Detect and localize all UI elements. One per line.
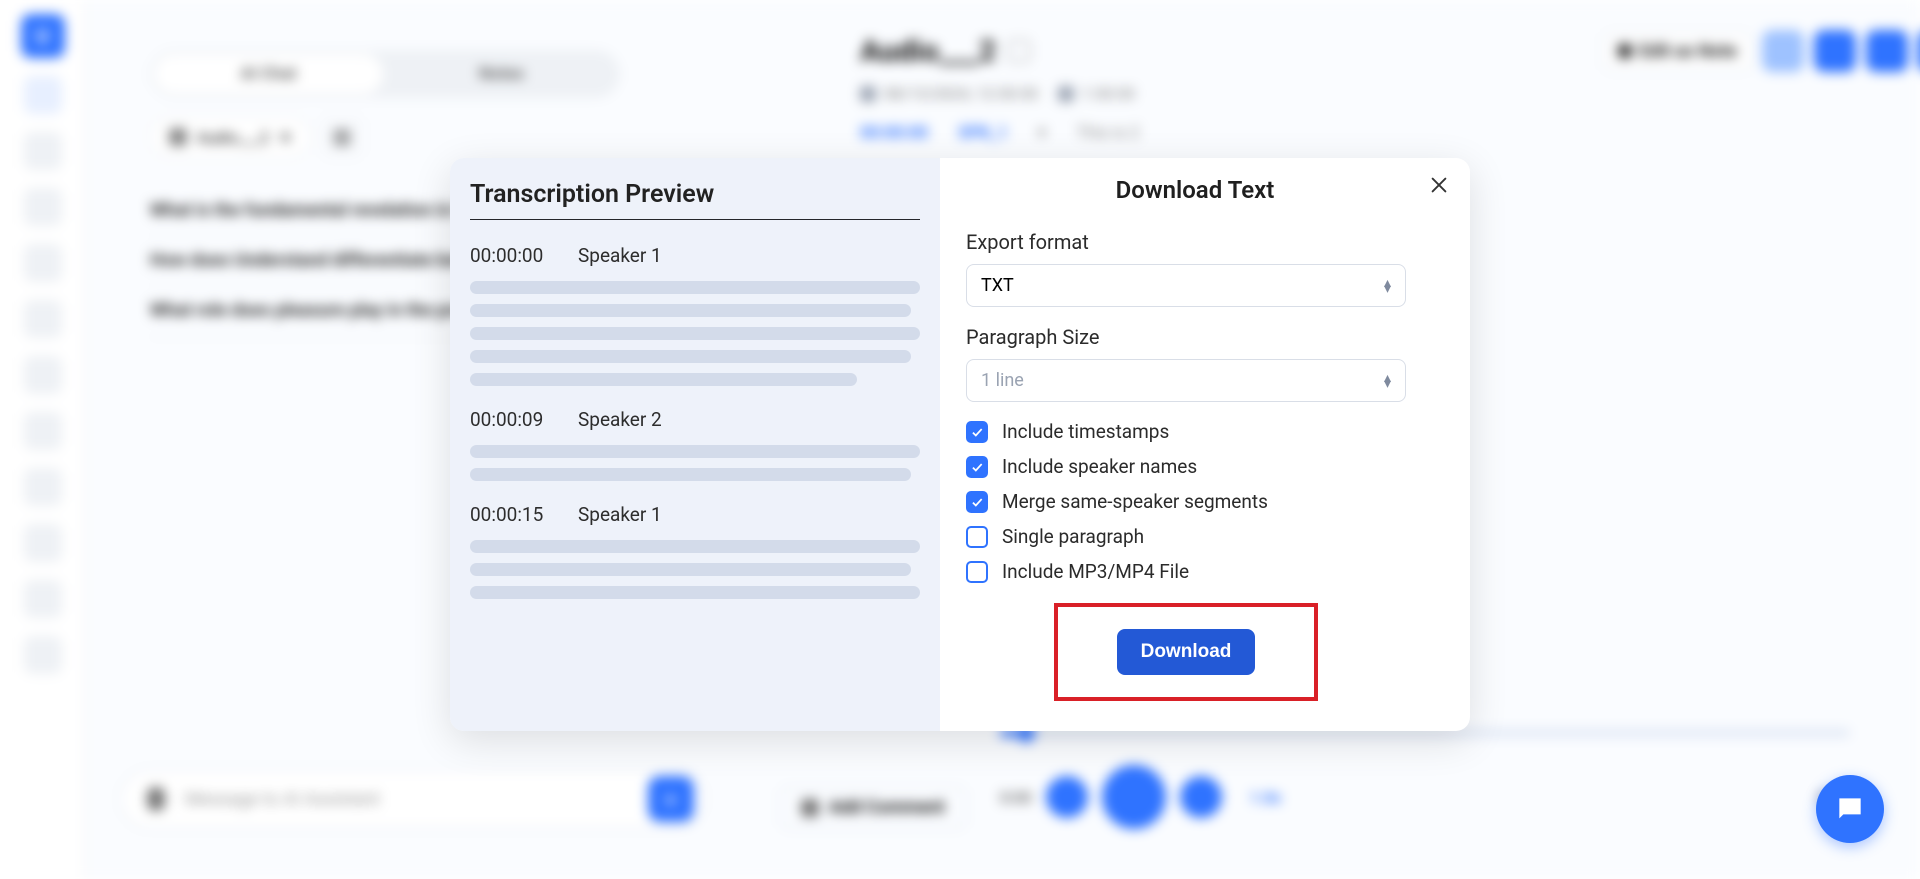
options-checklist: Include timestamps Include speaker names…	[966, 420, 1424, 583]
check-label: Include timestamps	[1002, 420, 1169, 443]
check-merge-segments[interactable]: Merge same-speaker segments	[966, 490, 1424, 513]
download-options-pane: Download Text Export format TXT ▴▾ Parag…	[940, 158, 1470, 731]
skeleton-line	[470, 468, 911, 481]
export-format-select[interactable]: TXT ▴▾	[966, 264, 1406, 307]
skeleton-line	[470, 327, 920, 340]
preview-segment-1: 00:00:00 Speaker 1	[470, 244, 920, 386]
seg3-speaker: Speaker 1	[578, 503, 662, 526]
check-label: Single paragraph	[1002, 525, 1144, 548]
export-format-label: Export format	[966, 230, 1424, 254]
transcription-preview-pane: Transcription Preview 00:00:00 Speaker 1…	[450, 158, 940, 731]
check-include-media[interactable]: Include MP3/MP4 File	[966, 560, 1424, 583]
check-label: Include speaker names	[1002, 455, 1197, 478]
checkbox-checked-icon	[966, 456, 988, 478]
checkbox-unchecked-icon	[966, 561, 988, 583]
paragraph-size-label: Paragraph Size	[966, 325, 1424, 349]
check-single-paragraph[interactable]: Single paragraph	[966, 525, 1424, 548]
modal-title: Download Text	[966, 176, 1424, 204]
download-button[interactable]: Download	[1117, 629, 1256, 675]
seg1-timestamp: 00:00:00	[470, 244, 562, 267]
download-text-modal: Transcription Preview 00:00:00 Speaker 1…	[450, 158, 1470, 731]
check-label: Include MP3/MP4 File	[1002, 560, 1189, 583]
skeleton-line	[470, 281, 920, 294]
export-format-value: TXT	[981, 275, 1014, 296]
paragraph-size-select[interactable]: 1 line ▴▾	[966, 359, 1406, 402]
modal-backdrop: Transcription Preview 00:00:00 Speaker 1…	[0, 0, 1920, 879]
download-highlight-box: Download	[1054, 603, 1318, 701]
skeleton-line	[470, 304, 911, 317]
seg2-timestamp: 00:00:09	[470, 408, 562, 431]
close-icon	[1428, 174, 1450, 196]
seg1-speaker: Speaker 1	[578, 244, 662, 267]
skeleton-line	[470, 540, 920, 553]
check-include-speakers[interactable]: Include speaker names	[966, 455, 1424, 478]
preview-segment-3: 00:00:15 Speaker 1	[470, 503, 920, 599]
checkbox-checked-icon	[966, 421, 988, 443]
check-include-timestamps[interactable]: Include timestamps	[966, 420, 1424, 443]
skeleton-line	[470, 586, 920, 599]
preview-title: Transcription Preview	[470, 180, 920, 220]
chevron-updown-icon: ▴▾	[1384, 375, 1391, 387]
skeleton-line	[470, 445, 920, 458]
paragraph-size-value: 1 line	[981, 370, 1024, 391]
checkbox-checked-icon	[966, 491, 988, 513]
close-button[interactable]	[1428, 174, 1450, 196]
seg3-timestamp: 00:00:15	[470, 503, 562, 526]
preview-segment-2: 00:00:09 Speaker 2	[470, 408, 920, 481]
seg2-speaker: Speaker 2	[578, 408, 662, 431]
chevron-updown-icon: ▴▾	[1384, 280, 1391, 292]
checkbox-unchecked-icon	[966, 526, 988, 548]
skeleton-line	[470, 373, 857, 386]
skeleton-line	[470, 350, 911, 363]
skeleton-line	[470, 563, 911, 576]
check-label: Merge same-speaker segments	[1002, 490, 1268, 513]
